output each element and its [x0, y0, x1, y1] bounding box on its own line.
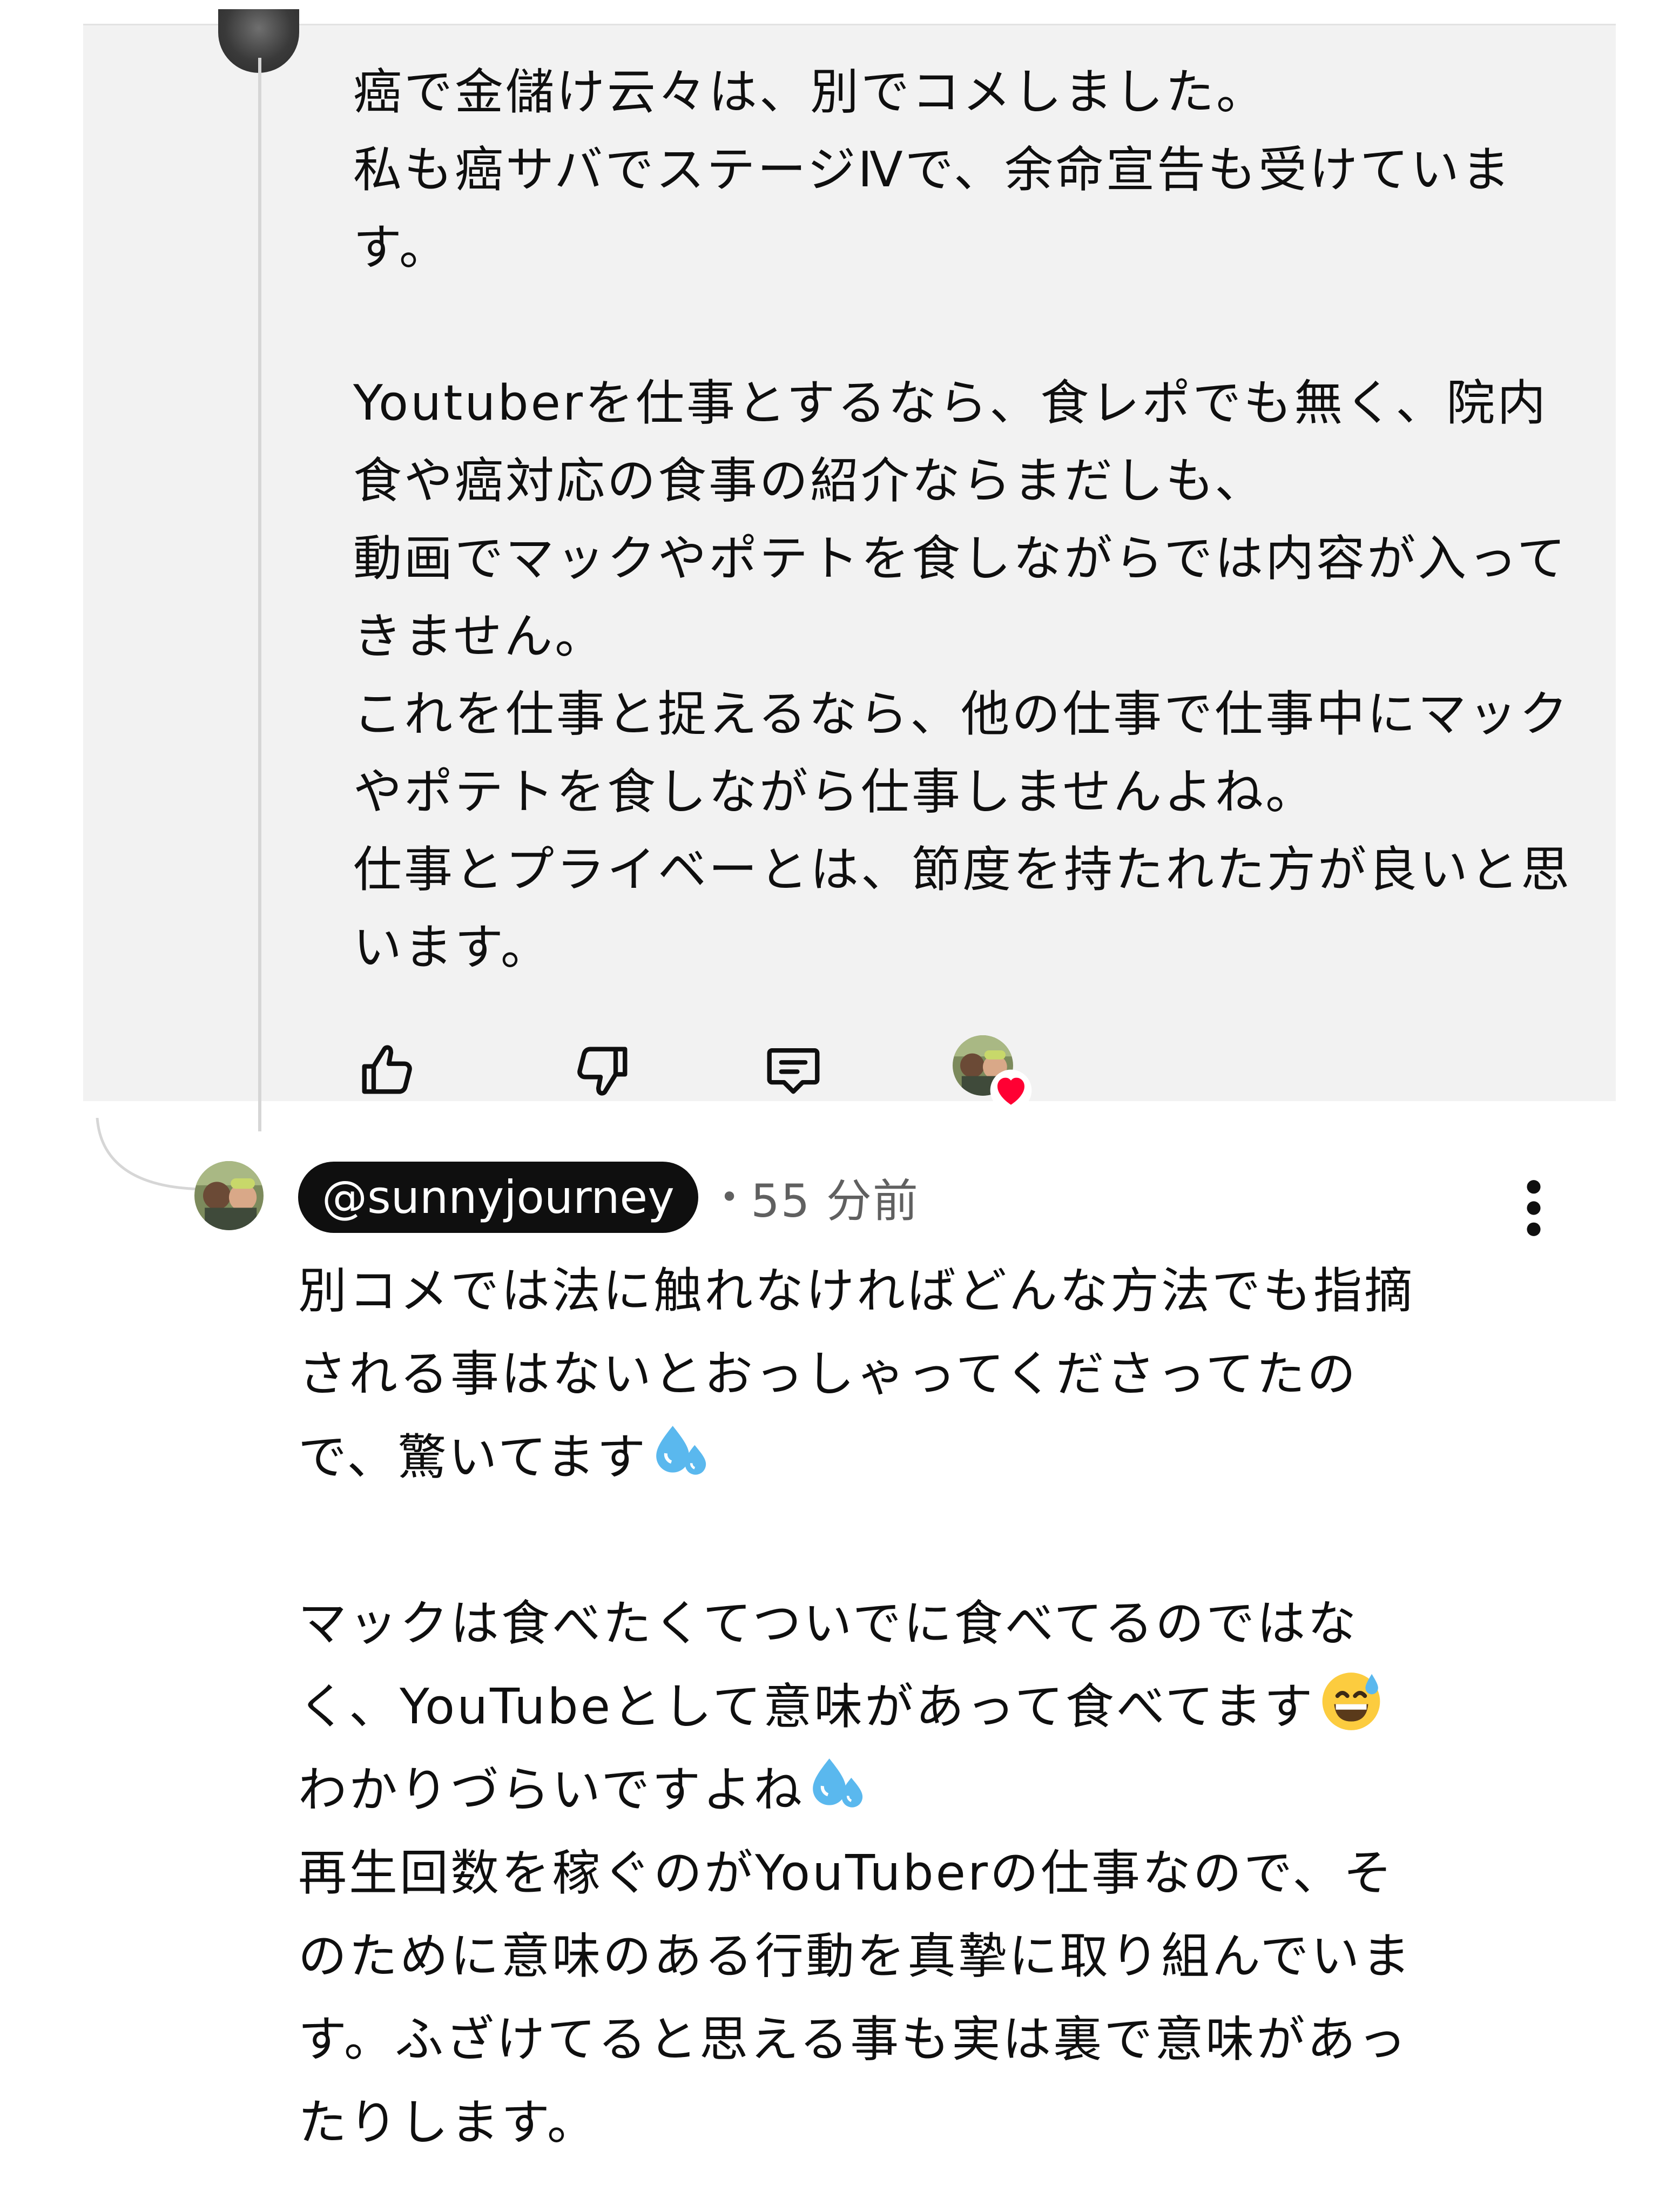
- comment-action-bar: [353, 1035, 1109, 1111]
- comment-icon: [767, 1048, 820, 1094]
- reply-button[interactable]: [758, 1035, 828, 1105]
- thread-line: [258, 58, 261, 1131]
- author-handle-badge[interactable]: @sunnyjourney: [298, 1162, 698, 1233]
- comment-timestamp: 55 分前: [751, 1174, 919, 1228]
- like-button[interactable]: [353, 1035, 423, 1105]
- reply-avatar[interactable]: [194, 1161, 264, 1230]
- sweat-droplets-emoji-icon: [807, 1750, 873, 1816]
- dislike-button[interactable]: [566, 1035, 636, 1105]
- comment-line: Youtuberを仕事とするなら、食レポでも無く、院内: [353, 375, 1548, 431]
- comment-line: たりします。: [298, 2094, 598, 2151]
- comment-line: きません。: [353, 608, 606, 665]
- grinning-sweat-emoji-icon: [1318, 1667, 1384, 1733]
- thumb-up-icon: [362, 1045, 412, 1094]
- more-vertical-icon: [1527, 1180, 1541, 1236]
- comment-line: のために意味のある行動を真摯に取り組んでいま: [298, 1928, 1413, 1985]
- comment-line: います。: [353, 919, 551, 976]
- comment-line: これを仕事と捉えるなら、他の仕事で仕事中にマック: [353, 686, 1570, 743]
- comment-line: 私も癌サバでステージⅣで、余命宣告も受けていま: [353, 141, 1513, 198]
- comment-line: 癌で金儲け云々は、別でコメしました。: [353, 64, 1267, 120]
- thumb-down-icon: [577, 1047, 628, 1096]
- comment-line-with-emoji: で、驚いてます: [298, 1416, 1583, 1499]
- comment-line: 別コメでは法に触れなければどんな方法でも指摘: [298, 1263, 1415, 1319]
- comment-line: 仕事とプライベーとは、節度を持たれた方が良いと思: [353, 841, 1572, 898]
- comment-blank-line: [298, 1499, 1583, 1582]
- comment-line: やポテトを食しながら仕事しませんよね。: [353, 764, 1317, 820]
- parent-comment-text: 癌で金儲け云々は、別でコメしました。 私も癌サバでステージⅣで、余命宣告も受けて…: [353, 53, 1617, 987]
- comment-line-text: く、YouTubeとして意味があって食べてます: [298, 1678, 1315, 1735]
- comment-line-with-emoji: わかりづらいですよね: [298, 1749, 1583, 1832]
- comment-line-text: で、驚いてます: [298, 1429, 648, 1486]
- comment-line-text: わかりづらいですよね: [298, 1762, 805, 1818]
- comment-blank-line: [353, 287, 1617, 365]
- reply-header: @sunnyjourney • 55 分前: [298, 1161, 919, 1233]
- meta-separator: •: [719, 1178, 739, 1216]
- sweat-droplets-emoji-icon: [651, 1418, 717, 1483]
- comment-line: される事はないとおっしゃってくださってたの: [298, 1346, 1358, 1402]
- comment-thread-screen: 癌で金儲け云々は、別でコメしました。 私も癌サバでステージⅣで、余命宣告も受けて…: [0, 0, 1659, 2212]
- comment-line-with-emoji: く、YouTubeとして意味があって食べてます: [298, 1665, 1583, 1749]
- highlighted-parent-comment: 癌で金儲け云々は、別でコメしました。 私も癌サバでステージⅣで、余命宣告も受けて…: [83, 9, 1617, 1131]
- comment-line: 動画でマックやポテトを食しながらでは内容が入って: [353, 530, 1568, 587]
- more-options-button[interactable]: [1512, 1178, 1555, 1238]
- comment-line: す。ふざけてると思える事も実は裏で意味があっ: [298, 2011, 1409, 2068]
- comment-line: 再生回数を稼ぐのがYouTuberの仕事なので、そ: [298, 1845, 1394, 1901]
- reply-comment-text: 別コメでは法に触れなければどんな方法でも指摘 される事はないとおっしゃってくださ…: [298, 1250, 1583, 2164]
- creator-heart-icon: [990, 1069, 1032, 1111]
- creator-heart-badge: [953, 1035, 1032, 1111]
- comment-line: す。: [353, 219, 450, 276]
- comment-line: 食や癌対応の食事の紹介ならまだしも、: [353, 453, 1266, 509]
- comment-line: マックは食べたくてついでに食べてるのではな: [298, 1595, 1359, 1652]
